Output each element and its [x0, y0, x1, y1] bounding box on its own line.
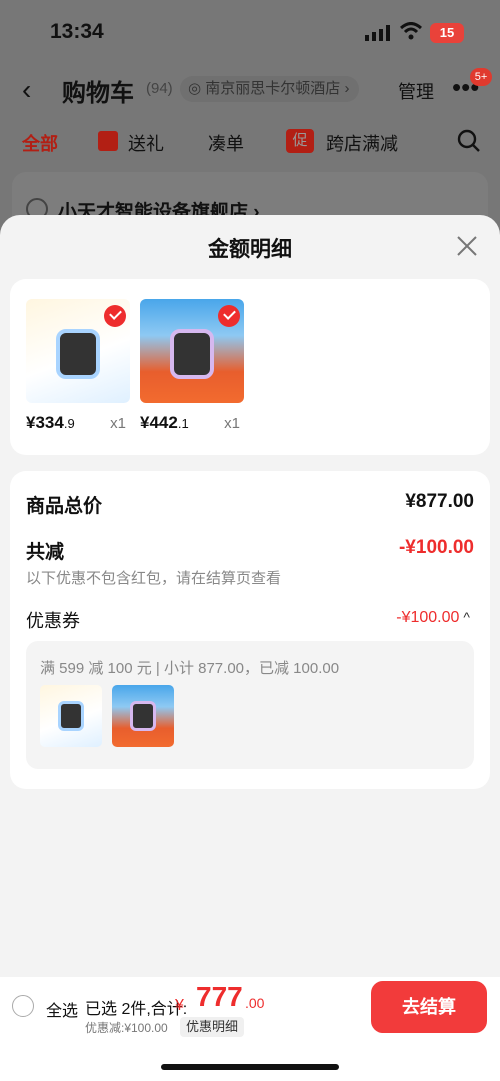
product-price: ¥442.1 x1 — [140, 413, 240, 432]
total-amount: 777 — [196, 981, 243, 1012]
more-badge: 5+ — [470, 68, 492, 86]
cart-tabs: 全部 送礼 凑单 促 跨店满减 — [0, 126, 500, 160]
location-chip[interactable]: ◎ 南京丽思卡尔顿酒店 › — [180, 76, 360, 102]
home-indicator — [161, 1064, 339, 1070]
discount-summary: 优惠减:¥100.00 — [85, 1021, 168, 1035]
coupon-toggle[interactable]: -¥100.00 ^ — [396, 609, 470, 627]
product-image — [26, 299, 130, 403]
product-item[interactable]: ¥334.9 x1 — [26, 299, 132, 433]
search-icon[interactable] — [456, 128, 482, 154]
cart-count: (94) — [146, 80, 173, 97]
product-image — [140, 299, 244, 403]
product-item[interactable]: ¥442.1 x1 — [140, 299, 246, 433]
coupon-description: 满 599 减 100 元 | 小计 877.00，已减 100.00 — [40, 660, 340, 677]
checkout-button[interactable]: 去结算 — [371, 981, 487, 1033]
gift-icon — [98, 131, 118, 151]
currency-symbol: ¥ — [175, 997, 184, 1014]
smartwatch-image — [170, 329, 214, 379]
tab-gift[interactable]: 送礼 — [128, 130, 164, 156]
status-bar: 13:34 15 — [0, 0, 500, 64]
discount-value: -¥100.00 — [398, 537, 474, 558]
smartwatch-image — [56, 329, 100, 379]
status-time: 13:34 — [50, 20, 104, 43]
total-decimal: .00 — [245, 995, 265, 1011]
tab-all[interactable]: 全部 — [22, 130, 58, 156]
select-all-label[interactable]: 全选 — [46, 997, 78, 1021]
product-qty: x1 — [224, 415, 240, 432]
location-chevron-icon: › — [344, 80, 350, 97]
product-price: ¥334.9 x1 — [26, 413, 126, 432]
coupon-label: 优惠券 — [26, 611, 80, 631]
coupon-detail-box: 满 599 减 100 元 | 小计 877.00，已减 100.00 — [26, 641, 474, 769]
discount-label: 共减 — [26, 542, 65, 563]
discount-detail-button[interactable]: 优惠明细 — [180, 1017, 245, 1037]
chevron-up-icon: ^ — [463, 609, 470, 625]
back-chevron-icon[interactable]: ‹ — [22, 74, 31, 106]
manage-button[interactable]: 管理 — [398, 78, 434, 104]
location-text: 南京丽思卡尔顿酒店 — [205, 80, 341, 97]
selected-check-icon — [104, 305, 126, 327]
total-value: ¥877.00 — [405, 491, 474, 512]
wifi-icon — [400, 22, 422, 40]
coupon-product-thumb — [40, 685, 102, 747]
coupon-product-thumb — [112, 685, 174, 747]
summary-card: 商品总价 ¥877.00 共减 -¥100.00 以下优惠不包含红包，请在结算页… — [10, 471, 490, 789]
tab-cross-store[interactable]: 跨店满减 — [326, 130, 398, 156]
page-title: 购物车 — [62, 80, 134, 107]
coupon-value: -¥100.00 — [396, 609, 460, 626]
total-label: 商品总价 — [26, 496, 103, 517]
cart-header: ‹ 购物车 (94) ◎ 南京丽思卡尔顿酒店 › 管理 ••• 5+ — [0, 64, 500, 114]
selected-summary: 已选 2件,合计: — [85, 1001, 188, 1018]
discount-note: 以下优惠不包含红包，请在结算页查看 — [26, 570, 282, 587]
amount-detail-sheet: 金额明细 ¥334.9 x1 ¥442.1 x1 商品总价 ¥877.00 共减 -… — [0, 215, 500, 977]
selected-check-icon — [218, 305, 240, 327]
close-icon[interactable] — [456, 235, 478, 257]
promo-badge: 促 — [286, 129, 314, 153]
product-qty: x1 — [110, 415, 126, 432]
product-card: ¥334.9 x1 ¥442.1 x1 — [10, 279, 490, 455]
select-all-radio[interactable] — [12, 995, 34, 1017]
tab-bundle[interactable]: 凑单 — [208, 130, 244, 156]
sheet-title: 金额明细 — [208, 238, 292, 261]
battery-icon: 15 — [430, 23, 464, 43]
checkout-bar: 全选 已选 2件,合计: ¥ 777 .00 优惠减:¥100.00 优惠明细 … — [0, 977, 500, 1081]
signal-icon — [365, 25, 390, 41]
